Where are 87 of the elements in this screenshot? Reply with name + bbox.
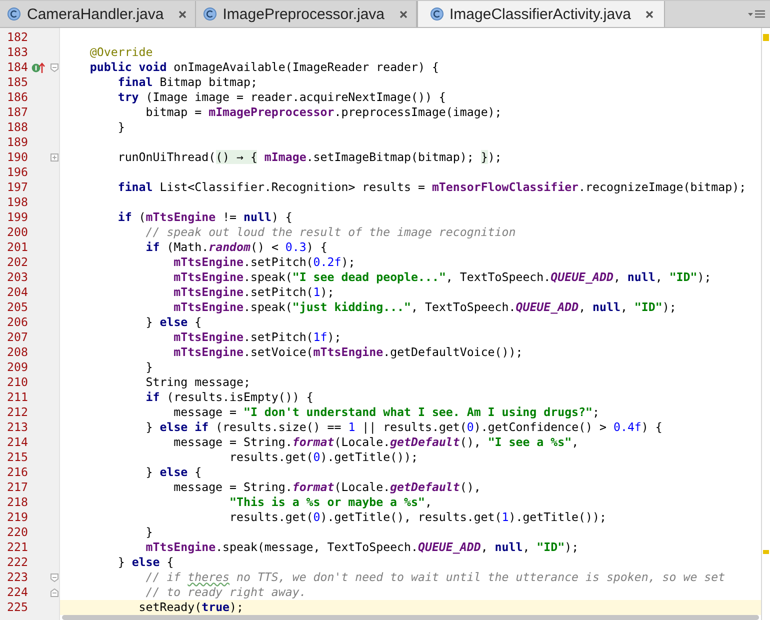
line-number: 219 [6, 510, 28, 525]
line-number: 214 [6, 435, 28, 450]
code-line: final Bitmap bitmap; [116, 75, 258, 90]
line-number: 187 [6, 105, 28, 120]
line-number: 183 [6, 45, 28, 60]
code-line: mTtsEngine.setPitch(1); [172, 285, 336, 300]
class-icon [430, 7, 444, 21]
code-line: } else { [116, 555, 175, 570]
code-line: message = String.format(Locale.getDefault(), [172, 480, 482, 495]
code-line: try (Image image = reader.acquireNextImage()) { [116, 90, 447, 105]
line-number: 218 [6, 495, 28, 510]
line-number: 196 [6, 165, 28, 180]
line-number: 202 [6, 255, 28, 270]
line-number: 203 [6, 270, 28, 285]
code-line: // if theres no TTS, we don't need to wait until the utterance is spoken, so we set [144, 570, 726, 585]
close-icon[interactable] [644, 10, 654, 18]
code-line: if (Math.random() < 0.3) { [144, 240, 328, 255]
editor-tab[interactable]: ImageClassifierActivity.java [416, 1, 665, 27]
code-line: results.get(0).getTitle(), results.get(1).getTitle()); [228, 510, 608, 525]
class-icon [7, 7, 21, 21]
line-number: 220 [6, 525, 28, 540]
code-line: mTtsEngine.setVoice(mTtsEngine.getDefaultVoice()); [172, 345, 524, 360]
line-number: 186 [6, 90, 28, 105]
code-line: runOnUiThread(() → { mImage.setImageBitmap(bitmap); }); [116, 150, 503, 165]
fold-icon[interactable] [50, 572, 59, 582]
line-number: 204 [6, 285, 28, 300]
code-line: bitmap = mImagePreprocessor.preprocessImage(image); [144, 105, 503, 120]
scrollbar-thumb[interactable] [62, 615, 759, 620]
code-line: message = "I don't understand what I see. Am I using drugs?"; [172, 405, 600, 420]
line-number: 209 [6, 360, 28, 375]
code-line: mTtsEngine.speak("just kidding...", TextToSpeech.QUEUE_ADD, null, "ID"); [172, 300, 678, 315]
line-number: 185 [6, 75, 28, 90]
code-line: results.get(0).getTitle()); [228, 450, 419, 465]
line-number: 213 [6, 420, 28, 435]
line-number: 222 [6, 555, 28, 570]
code-line: mTtsEngine.speak("I see dead people...", TextToSpeech.QUEUE_ADD, null, "ID"); [172, 270, 712, 285]
line-number: 206 [6, 315, 28, 330]
line-number: 210 [6, 375, 28, 390]
line-number: 212 [6, 405, 28, 420]
line-number: 225 [6, 600, 28, 615]
line-number: 224 [6, 585, 28, 600]
code-line: mTtsEngine.setPitch(0.2f); [172, 255, 356, 270]
code-line: if (mTtsEngine != null) { [116, 210, 294, 225]
code-line: message = String.format(Locale.getDefault(), "I see a %s", [172, 435, 580, 450]
close-icon[interactable] [178, 10, 187, 18]
code-line: "This is a %s or maybe a %s", [228, 495, 433, 510]
line-number: 215 [6, 450, 28, 465]
code-line: } [144, 360, 154, 375]
line-number: 197 [6, 180, 28, 195]
line-number: 188 [6, 120, 28, 135]
line-number: 190 [6, 150, 28, 165]
code-line: } [116, 120, 126, 135]
line-number: 207 [6, 330, 28, 345]
code-line: mTtsEngine.setPitch(1f); [172, 330, 342, 345]
line-number: 208 [6, 345, 28, 360]
line-number: 199 [6, 210, 28, 225]
fold-icon[interactable] [50, 62, 59, 72]
line-number: 221 [6, 540, 28, 555]
line-number: 217 [6, 480, 28, 495]
code-line: if (results.isEmpty()) { [144, 390, 314, 405]
override-marker-icon[interactable] [31, 62, 47, 74]
code-line: String message; [144, 375, 252, 390]
line-number: 182 [6, 30, 28, 45]
code-line: public void onImageAvailable(ImageReader reader) { [88, 60, 440, 75]
line-number: 184 [6, 60, 28, 75]
close-icon[interactable] [398, 10, 408, 18]
expand-icon[interactable] [50, 152, 59, 162]
class-icon [202, 7, 217, 21]
code-line: } [144, 525, 154, 540]
line-number: 189 [6, 135, 28, 150]
menu-icon[interactable] [748, 9, 766, 19]
line-number: 201 [6, 240, 28, 255]
line-number: 216 [6, 465, 28, 480]
line-number: 223 [6, 570, 28, 585]
code-line: } else { [144, 315, 203, 330]
code-line: // speak out loud the result of the image recognition [144, 225, 517, 240]
code-line: mTtsEngine.speak(message, TextToSpeech.QUEUE_ADD, null, "ID"); [144, 540, 580, 555]
code-line: final List<Classifier.Recognition> results = mTensorFlowClassifier.recognizeImage(bitmap); [116, 180, 748, 195]
line-number: 205 [6, 300, 28, 315]
code-line: } else { [144, 465, 203, 480]
code-line: @Override [88, 45, 154, 60]
fold-end-icon[interactable] [50, 588, 59, 598]
line-number: 198 [6, 195, 28, 210]
line-number: 200 [6, 225, 28, 240]
code-line: } else if (results.size() == 1 || results.get(0).getConfidence() > 0.4f) { [144, 420, 664, 435]
line-number: 211 [6, 390, 28, 405]
code-line: // to ready right away. [144, 585, 308, 600]
